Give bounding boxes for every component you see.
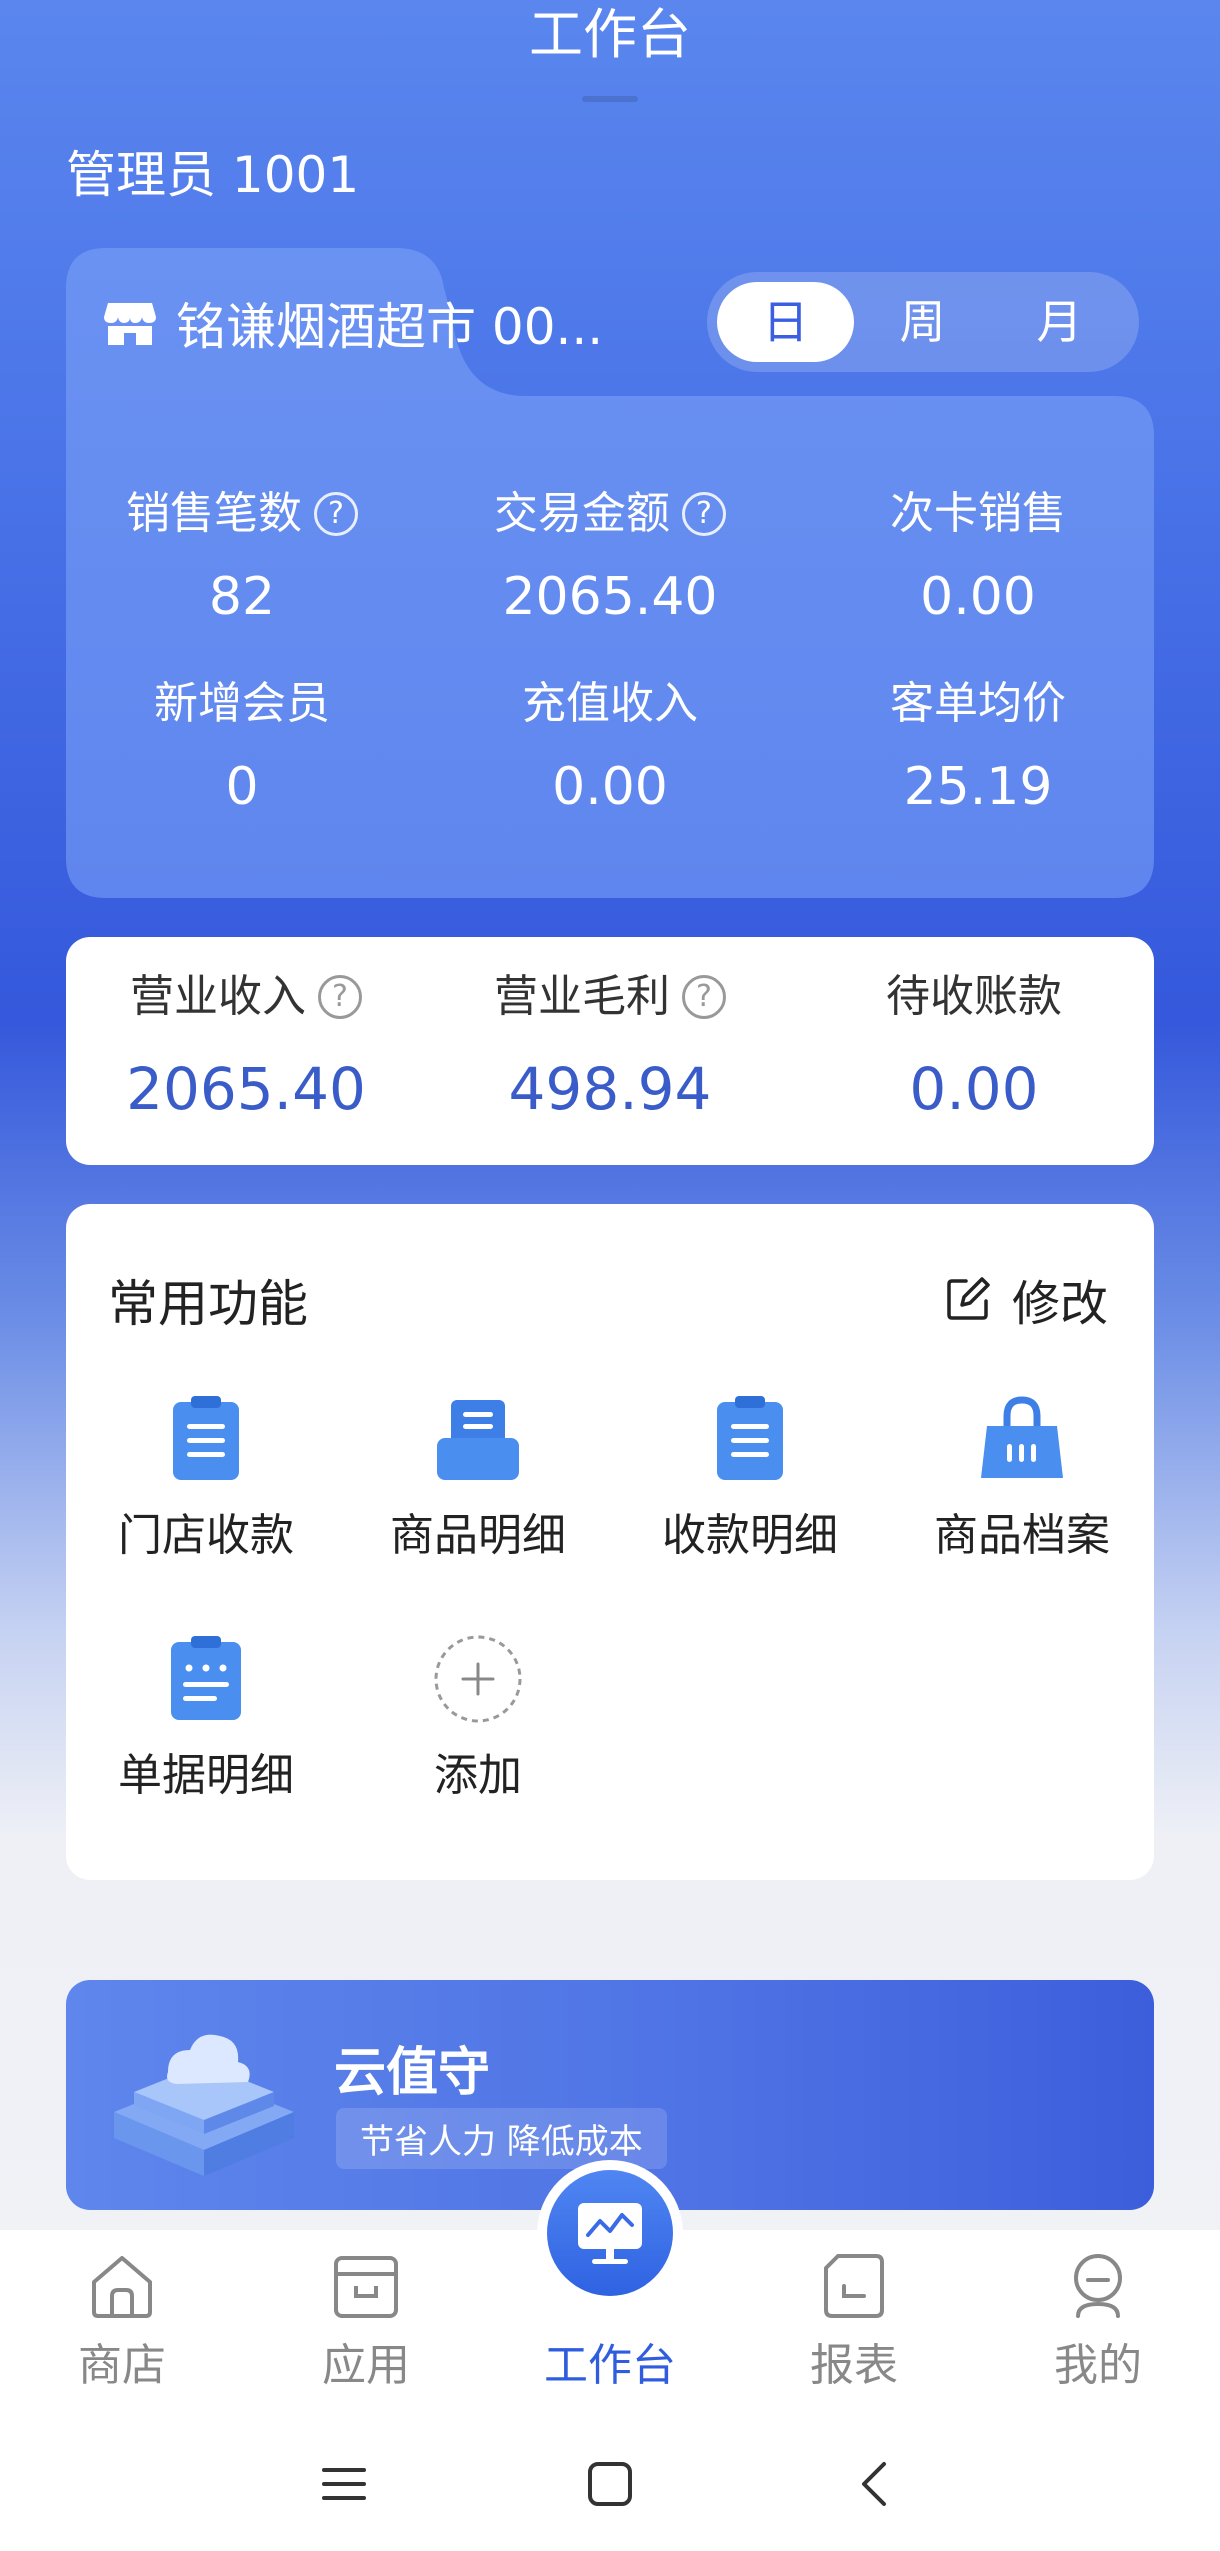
biz-receivables[interactable]: 待收账款 0.00 bbox=[794, 967, 1154, 1129]
biz-value: 498.94 bbox=[508, 1055, 712, 1123]
biz-revenue[interactable]: 营业收入? 2065.40 bbox=[66, 967, 426, 1129]
stat-value: 0.00 bbox=[920, 567, 1036, 627]
function-label: 收款明细 bbox=[662, 1510, 838, 1561]
function-label: 单据明细 bbox=[118, 1750, 294, 1801]
function-product-archive[interactable]: 商品档案 bbox=[892, 1394, 1152, 1566]
edit-icon bbox=[947, 1277, 990, 1320]
stat-label: 销售笔数 bbox=[126, 488, 302, 539]
stat-value: 25.19 bbox=[903, 757, 1053, 817]
stat-value: 0.00 bbox=[552, 757, 668, 817]
stat-average-order: 客单均价 25.19 bbox=[798, 674, 1158, 822]
function-label: 添加 bbox=[434, 1750, 522, 1801]
period-day[interactable]: 日 bbox=[717, 282, 854, 362]
stat-new-members: 新增会员 0 bbox=[62, 674, 422, 822]
store-icon bbox=[104, 303, 156, 345]
edit-label: 修改 bbox=[1011, 1276, 1108, 1332]
help-icon[interactable]: ? bbox=[682, 975, 726, 1019]
stat-transaction-amount: 交易金额? 2065.40 bbox=[430, 484, 790, 632]
biz-label: 待收账款 bbox=[886, 971, 1062, 1022]
period-month[interactable]: 月 bbox=[991, 282, 1128, 362]
edit-button[interactable]: 修改 bbox=[946, 1264, 1108, 1334]
user-label: 管理员 1001 bbox=[66, 146, 360, 204]
function-add[interactable]: 添加 bbox=[348, 1634, 608, 1806]
menu-icon[interactable] bbox=[314, 2454, 374, 2514]
home-square-icon[interactable] bbox=[580, 2454, 640, 2514]
stat-recharge-income: 充值收入 0.00 bbox=[430, 674, 790, 822]
monitor-chart-icon bbox=[578, 2203, 642, 2264]
document-icon bbox=[171, 1636, 241, 1720]
nav-label: 报表 bbox=[810, 2340, 898, 2391]
help-icon[interactable]: ? bbox=[314, 492, 358, 536]
common-functions-card: 常用功能 修改 门店收款 商品明细 收款明细 商品档案 单据明细 添加 bbox=[66, 1204, 1154, 1880]
function-label: 商品档案 bbox=[934, 1510, 1110, 1561]
banner-title: 云值守 bbox=[334, 2043, 491, 2103]
clipboard-icon bbox=[717, 1396, 783, 1480]
stat-label: 交易金额 bbox=[494, 488, 670, 539]
help-icon[interactable]: ? bbox=[682, 492, 726, 536]
box-icon bbox=[334, 2256, 398, 2318]
nav-label: 我的 bbox=[1054, 2340, 1142, 2391]
system-navigation-bar bbox=[0, 2422, 1220, 2551]
period-week[interactable]: 周 bbox=[854, 282, 991, 362]
home-icon bbox=[92, 2256, 152, 2318]
period-toggle[interactable]: 日 周 月 bbox=[707, 272, 1139, 372]
nav-label: 商店 bbox=[78, 2340, 166, 2391]
stat-value: 0 bbox=[225, 757, 259, 817]
nav-label: 工作台 bbox=[544, 2340, 676, 2391]
function-label: 商品明细 bbox=[390, 1510, 566, 1561]
cloud-server-icon bbox=[114, 2034, 294, 2176]
biz-gross-profit[interactable]: 营业毛利? 498.94 bbox=[430, 967, 790, 1129]
help-icon[interactable]: ? bbox=[318, 975, 362, 1019]
drawer-icon bbox=[437, 1400, 519, 1480]
nav-item-reports[interactable]: 报表 bbox=[754, 2250, 954, 2396]
nav-item-apps[interactable]: 应用 bbox=[266, 2250, 466, 2396]
store-selector[interactable]: 铭谦烟酒超市 00... bbox=[104, 288, 603, 358]
nav-label: 应用 bbox=[322, 2340, 410, 2391]
biz-label: 营业毛利 bbox=[494, 971, 670, 1022]
stat-value: 82 bbox=[208, 567, 276, 627]
title-indicator bbox=[582, 96, 638, 102]
biz-value: 2065.40 bbox=[126, 1055, 366, 1123]
workbench-fab[interactable] bbox=[537, 2160, 683, 2306]
stat-sales-count: 销售笔数? 82 bbox=[62, 484, 422, 632]
report-icon bbox=[824, 2254, 884, 2318]
function-store-payment[interactable]: 门店收款 bbox=[76, 1394, 336, 1566]
biz-label: 营业收入 bbox=[130, 971, 306, 1022]
business-summary-card: 营业收入? 2065.40 营业毛利? 498.94 待收账款 0.00 bbox=[66, 937, 1154, 1165]
nav-item-mine[interactable]: 我的 bbox=[998, 2250, 1198, 2396]
section-title: 常用功能 bbox=[108, 1275, 308, 1333]
biz-value: 0.00 bbox=[909, 1055, 1039, 1123]
clipboard-icon bbox=[173, 1396, 239, 1480]
function-product-detail[interactable]: 商品明细 bbox=[348, 1394, 608, 1566]
store-name: 铭谦烟酒超市 00... bbox=[176, 298, 604, 356]
stat-label: 充值收入 bbox=[522, 678, 698, 729]
function-bill-detail[interactable]: 单据明细 bbox=[76, 1634, 336, 1806]
stat-label: 新增会员 bbox=[154, 678, 330, 729]
page-title: 工作台 bbox=[529, 3, 691, 66]
function-label: 门店收款 bbox=[118, 1510, 294, 1561]
nav-item-store[interactable]: 商店 bbox=[22, 2250, 222, 2396]
stat-value: 2065.40 bbox=[502, 567, 718, 627]
stat-card-sales: 次卡销售 0.00 bbox=[798, 484, 1158, 632]
back-icon[interactable] bbox=[846, 2454, 906, 2514]
profile-icon bbox=[1074, 2254, 1122, 2318]
plus-icon bbox=[434, 1635, 522, 1723]
stat-label: 次卡销售 bbox=[890, 488, 1066, 539]
shopping-bag-icon bbox=[981, 1396, 1063, 1478]
function-payment-detail[interactable]: 收款明细 bbox=[620, 1394, 880, 1566]
stat-label: 客单均价 bbox=[890, 678, 1066, 729]
